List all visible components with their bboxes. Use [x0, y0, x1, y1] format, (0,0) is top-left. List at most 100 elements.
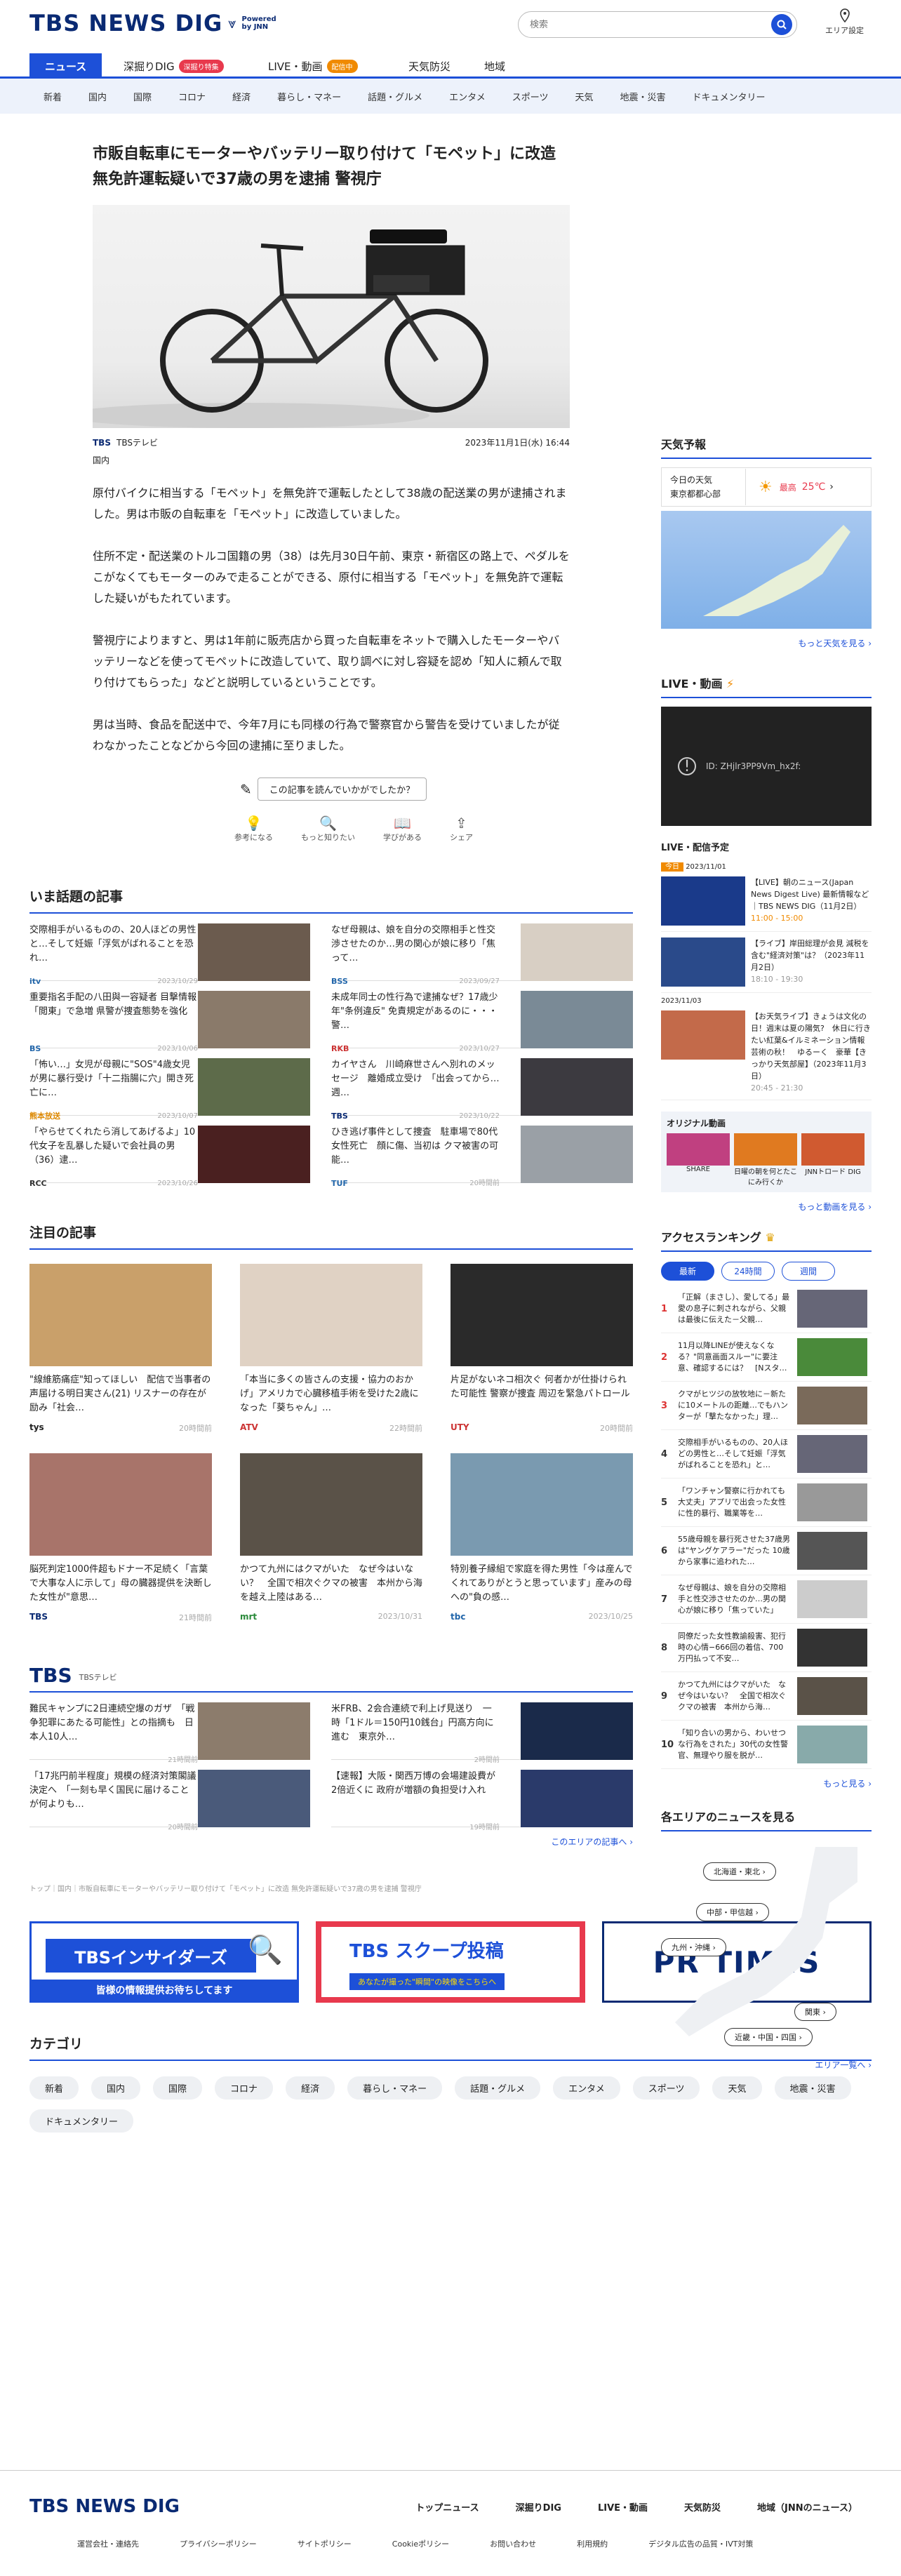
footer-sublink[interactable]: サイトポリシー — [298, 2538, 352, 2549]
footer-sublink[interactable]: デジタル広告の品質・IVT対策 — [648, 2538, 753, 2549]
list-item[interactable]: 特別養子縁組で家庭を得た男性「今は産んでくれてありがとうと思っています」産みの母… — [451, 1453, 633, 1623]
category-item[interactable]: スポーツ — [632, 2076, 700, 2100]
schedule-item[interactable]: 【お天気ライブ】きょうは文化の日！週末は夏の陽気? 休日に行きたい紅葉&イルミネ… — [661, 1005, 872, 1100]
original-video[interactable]: 日曜の朝を何とたこにみ行くか — [734, 1133, 797, 1187]
area-more-link[interactable]: エリア一覧へ › — [661, 2059, 872, 2071]
list-item[interactable]: 交際相手がいるものの、20人ほどの男性と…そして妊娠「浮気がばれることを恐れ… i… — [29, 914, 310, 986]
footer-link[interactable]: LIVE・動画 — [598, 2500, 648, 2514]
tab-region[interactable]: 地域 — [484, 53, 505, 79]
list-item[interactable]: なぜ母親は、娘を自分の交際相手と性交渉させたのか…男の関心が娘に移り「焦って… B… — [331, 914, 633, 986]
category-item[interactable]: 天気 — [712, 2076, 762, 2100]
category-item[interactable]: コロナ — [215, 2076, 274, 2100]
footer-link[interactable]: 深掘りDIG — [516, 2500, 561, 2514]
schedule-item[interactable]: 【ライブ】岸田総理が会見 減税を含む"経済対策"は？（2023年11月2日） 18… — [661, 932, 872, 993]
ranking-more-link[interactable]: もっと見る › — [661, 1777, 872, 1789]
videos-more-link[interactable]: もっと動画を見る › — [661, 1201, 872, 1213]
list-item[interactable]: 未成年同士の性行為で逮捕なぜ？17歳少年"条例違反" 免責規定があるのに・・・警… — [331, 981, 633, 1053]
banner-scoop[interactable]: TBS スクープ投稿 あなたが撮った"瞬間"の映像をこちらへ — [316, 1921, 585, 2003]
subnav-item[interactable]: コロナ — [178, 90, 206, 103]
area-setting[interactable]: エリア設定 — [825, 8, 864, 36]
footer-sublink[interactable]: プライバシーポリシー — [180, 2538, 257, 2549]
reaction-helpful[interactable]: 💡 参考になる — [234, 815, 273, 843]
list-item[interactable]: "線維筋痛症"知ってほしい 配信で当事者の声届ける明日実さん(21) リスナーの… — [29, 1264, 212, 1434]
area-button-chubu[interactable]: 中部・甲信越 › — [696, 1903, 769, 1921]
subnav-item[interactable]: 新着 — [44, 90, 62, 103]
footer-link[interactable]: 天気防災 — [684, 2500, 721, 2514]
subnav-item[interactable]: 地震・災害 — [620, 90, 666, 103]
reaction-learn[interactable]: 📖 学びがある — [383, 815, 422, 843]
subnav-item[interactable]: スポーツ — [512, 90, 549, 103]
list-item[interactable]: 脳死判定1000件超もドナー不足続く「言葉で大事な人に示して」母の臓器提供を決断… — [29, 1453, 212, 1623]
list-item[interactable]: 「やらせてくれたら消してあげるよ」10代女子を乱暴した疑いで会社員の男（36）逮… — [29, 1116, 310, 1188]
tab-news[interactable]: ニュース — [29, 53, 102, 79]
banner-insiders[interactable]: TBSインサイダーズ 🔍 皆様の情報提供お待ちしてます — [29, 1921, 299, 2003]
footer-sublink[interactable]: 運営会社・連絡先 — [77, 2538, 139, 2549]
ranking-item[interactable]: 3 クマがヒツジの放牧地に－新たに10メートルの距離…でもハンターが「撃たなかった… — [661, 1382, 872, 1430]
list-item[interactable]: ひき逃げ事件として捜査 駐車場で80代女性死亡 顔に傷、当初は クマ被害の可能…… — [331, 1116, 633, 1188]
list-item[interactable]: 重要指名手配の八田與一容疑者 目撃情報「閲東」で急増 県警が捜査態勢を強化 BS 2… — [29, 981, 310, 1053]
search-button[interactable] — [771, 14, 792, 35]
list-item[interactable]: 難民キャンプに2日連続空爆のガザ 「戦争犯罪にあたる可能性」との指摘も 日本人1… — [29, 1693, 310, 1764]
original-video[interactable]: SHARE — [667, 1133, 730, 1187]
area-button-kyushu[interactable]: 九州・沖縄 › — [661, 1938, 726, 1956]
article-category[interactable]: 国内 — [93, 454, 158, 466]
site-logo[interactable]: TBS NEWS DIG ⩔ Powered by JNN — [29, 10, 277, 36]
footer-logo[interactable]: TBS NEWS DIG — [29, 2496, 180, 2517]
subnav-item[interactable]: 天気 — [575, 90, 593, 103]
tab-dig[interactable]: 深掘りDIG 深掘り特集 — [124, 53, 224, 79]
schedule-item[interactable]: 【LIVE】朝のニュース(Japan News Digest Live) 最新情… — [661, 871, 872, 932]
ranking-item[interactable]: 9 かつて九州にはクマがいた なぜ今はいない？ 全国で相次ぐクマの被害 本州から海… — [661, 1672, 872, 1721]
footer-sublink[interactable]: お問い合わせ — [490, 2538, 536, 2549]
tbs-more-link[interactable]: このエリアの記事へ › — [29, 1836, 633, 1848]
footer-sublink[interactable]: 利用規約 — [577, 2538, 608, 2549]
ranking-item[interactable]: 1 「正解（まさし）、愛してる」最愛の息子に刺されながら、父親は最後に伝えた－父親… — [661, 1285, 872, 1333]
category-item[interactable]: エンタメ — [553, 2076, 620, 2100]
ranking-tab-latest[interactable]: 最新 — [661, 1262, 714, 1281]
footer-sublink[interactable]: Cookieポリシー — [392, 2538, 449, 2549]
reaction-more[interactable]: 🔍 もっと知りたい — [301, 815, 355, 843]
ranking-item[interactable]: 7 なぜ母親は、娘を自分の交際相手と性交渉させたのか…男の関心が娘に移り「焦ってい… — [661, 1575, 872, 1624]
reaction-share[interactable]: ⇪ シェア — [450, 815, 473, 843]
subnav-item[interactable]: 国内 — [88, 90, 107, 103]
area-button-kanto[interactable]: 関東 › — [794, 2003, 836, 2021]
ranking-item[interactable]: 5 「ワンチャン警察に行かれても大丈夫」アプリで出会った女性に性的暴行、職業等を… — [661, 1479, 872, 1527]
subnav-item[interactable]: 国際 — [133, 90, 152, 103]
weather-more-link[interactable]: もっと天気を見る › — [661, 637, 872, 649]
area-button-kinki[interactable]: 近畿・中国・四国 › — [724, 2028, 813, 2046]
subnav-item[interactable]: 暮らし・マネー — [277, 90, 341, 103]
subnav-item[interactable]: 経済 — [232, 90, 251, 103]
list-item[interactable]: 「怖い…」女児が母親に"SOS"4歳女児が男に暴行受け「十二指腸に穴」開き死亡に… — [29, 1048, 310, 1121]
category-item[interactable]: 国際 — [153, 2076, 203, 2100]
subnav-item[interactable]: 話題・グルメ — [368, 90, 422, 103]
ranking-tab-24h[interactable]: 24時間 — [721, 1262, 775, 1281]
ranking-item[interactable]: 6 55歳母親を暴行死させた37歳男は"ヤングケアラー"だった 10歳から家事に追… — [661, 1527, 872, 1575]
list-item[interactable]: 【速報】大阪・関西万博の会場建設費が2倍近くに 政府が増額の負担受け入れ 19時間… — [331, 1760, 633, 1831]
list-item[interactable]: カイヤさん 川崎麻世さんへ別れのメッセージ 離婚成立受け 「出会ってから…週… T… — [331, 1048, 633, 1121]
category-item[interactable]: 地震・災害 — [774, 2076, 851, 2100]
category-item[interactable]: 国内 — [91, 2076, 141, 2100]
weather-map[interactable] — [661, 511, 872, 629]
area-button-hokkaido-tohoku[interactable]: 北海道・東北 › — [703, 1862, 776, 1881]
live-player[interactable]: ! ID: ZHjlr3PP9Vm_hx2f: — [661, 707, 872, 826]
category-item[interactable]: 話題・グルメ — [455, 2076, 541, 2100]
ranking-item[interactable]: 4 交際相手がいるものの、20人ほどの男性と…そして妊娠「浮気がばれることを恐れ」… — [661, 1430, 872, 1479]
tab-live[interactable]: LIVE・動画 配信中 — [268, 53, 358, 79]
list-item[interactable]: 片足がないネコ相次ぐ 何者かが仕掛けられた可能性 警察が捜査 周辺を緊急パトロー… — [451, 1264, 633, 1434]
ranking-item[interactable]: 2 11月以降LINEが使えなくなる？"同意画面スルー"に要注意、確認するには？ … — [661, 1333, 872, 1382]
tab-weather[interactable]: 天気防災 — [408, 53, 451, 79]
ranking-tab-weekly[interactable]: 週間 — [782, 1262, 835, 1281]
subnav-item[interactable]: ドキュメンタリー — [693, 90, 766, 103]
category-item[interactable]: 暮らし・マネー — [347, 2076, 443, 2100]
ranking-item[interactable]: 8 同僚だった女性教諭殺害、犯行時の心情−666回の着信、700万円払って不安… — [661, 1624, 872, 1672]
list-item[interactable]: 「17兆円前半程度」規模の経済対策閣議決定へ 「一刻も早く国民に届けることが何よ… — [29, 1760, 310, 1831]
category-item[interactable]: ドキュメンタリー — [29, 2109, 134, 2133]
ranking-item[interactable]: 10 「知り合いの男から、わいせつな行為をされた」30代の女性警官、無理やり服を脱… — [661, 1721, 872, 1769]
list-item[interactable]: 米FRB、2会合連続で利上げ見送り 一時「1ドル＝150円10銭台」円高方向に進… — [331, 1693, 633, 1764]
search-input[interactable] — [530, 19, 771, 30]
weather-summary[interactable]: 今日の天気 東京都都心部 ☀ 最高 25℃ › — [661, 467, 872, 507]
original-video[interactable]: JNNトロード DIG — [801, 1133, 865, 1187]
footer-link[interactable]: トップニュース — [415, 2500, 479, 2514]
category-item[interactable]: 新着 — [29, 2076, 79, 2100]
footer-link[interactable]: 地域（JNNのニュース） — [757, 2500, 857, 2514]
list-item[interactable]: かつて九州にはクマがいた なぜ今はいない？ 全国で相次ぐクマの被害 本州から海を… — [240, 1453, 422, 1623]
